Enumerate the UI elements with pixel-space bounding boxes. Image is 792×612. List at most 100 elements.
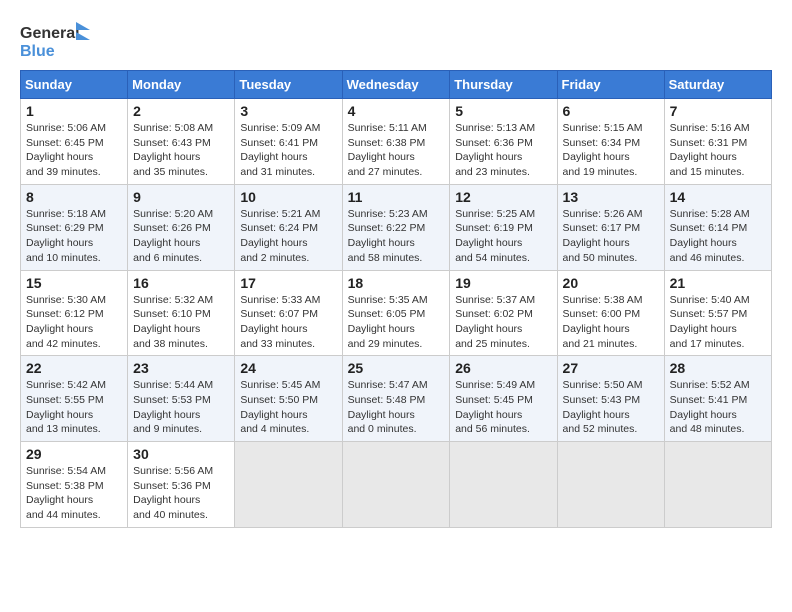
day-cell-1: 1 Sunrise: 5:06 AMSunset: 6:45 PMDaylight…	[21, 99, 128, 185]
svg-text:Blue: Blue	[20, 43, 55, 60]
day-number-16: 16	[133, 275, 229, 291]
day-number-7: 7	[670, 103, 766, 119]
day-number-9: 9	[133, 189, 229, 205]
day-info-4: Sunrise: 5:11 AMSunset: 6:38 PMDaylight …	[348, 121, 445, 180]
page-header: GeneralBlue	[20, 20, 772, 60]
day-number-19: 19	[455, 275, 551, 291]
day-number-17: 17	[240, 275, 336, 291]
day-number-21: 21	[670, 275, 766, 291]
col-header-monday: Monday	[128, 71, 235, 99]
day-number-15: 15	[26, 275, 122, 291]
svg-text:General: General	[20, 25, 80, 42]
col-header-thursday: Thursday	[450, 71, 557, 99]
day-cell-30: 30 Sunrise: 5:56 AMSunset: 5:36 PMDayligh…	[128, 442, 235, 528]
day-info-13: Sunrise: 5:26 AMSunset: 6:17 PMDaylight …	[563, 207, 659, 266]
day-info-6: Sunrise: 5:15 AMSunset: 6:34 PMDaylight …	[563, 121, 659, 180]
week-row-1: 1 Sunrise: 5:06 AMSunset: 6:45 PMDaylight…	[21, 99, 772, 185]
empty-cell	[557, 442, 664, 528]
day-number-18: 18	[348, 275, 445, 291]
day-number-26: 26	[455, 360, 551, 376]
day-number-12: 12	[455, 189, 551, 205]
day-number-30: 30	[133, 446, 229, 462]
week-row-3: 15 Sunrise: 5:30 AMSunset: 6:12 PMDayligh…	[21, 270, 772, 356]
day-info-7: Sunrise: 5:16 AMSunset: 6:31 PMDaylight …	[670, 121, 766, 180]
day-info-8: Sunrise: 5:18 AMSunset: 6:29 PMDaylight …	[26, 207, 122, 266]
day-number-29: 29	[26, 446, 122, 462]
empty-cell	[450, 442, 557, 528]
day-cell-22: 22Sunrise: 5:42 AMSunset: 5:55 PMDayligh…	[21, 356, 128, 442]
day-number-10: 10	[240, 189, 336, 205]
day-cell-23: 23 Sunrise: 5:44 AMSunset: 5:53 PMDayligh…	[128, 356, 235, 442]
day-info-15: Sunrise: 5:30 AMSunset: 6:12 PMDaylight …	[26, 293, 122, 352]
day-cell-12: 12 Sunrise: 5:25 AMSunset: 6:19 PMDayligh…	[450, 184, 557, 270]
week-row-4: 22Sunrise: 5:42 AMSunset: 5:55 PMDayligh…	[21, 356, 772, 442]
day-info-24: Sunrise: 5:45 AMSunset: 5:50 PMDaylight …	[240, 378, 336, 437]
day-cell-18: 18Sunrise: 5:35 AMSunset: 6:05 PMDayligh…	[342, 270, 450, 356]
day-number-27: 27	[563, 360, 659, 376]
empty-cell	[235, 442, 342, 528]
day-info-19: Sunrise: 5:37 AMSunset: 6:02 PMDaylight …	[455, 293, 551, 352]
day-number-5: 5	[455, 103, 551, 119]
col-header-tuesday: Tuesday	[235, 71, 342, 99]
day-number-6: 6	[563, 103, 659, 119]
day-number-11: 11	[348, 189, 445, 205]
logo-svg: GeneralBlue	[20, 20, 100, 60]
day-number-22: 22	[26, 360, 122, 376]
day-cell-13: 13 Sunrise: 5:26 AMSunset: 6:17 PMDayligh…	[557, 184, 664, 270]
day-cell-4: 4Sunrise: 5:11 AMSunset: 6:38 PMDaylight…	[342, 99, 450, 185]
col-header-friday: Friday	[557, 71, 664, 99]
day-cell-11: 11 Sunrise: 5:23 AMSunset: 6:22 PMDayligh…	[342, 184, 450, 270]
day-cell-28: 28 Sunrise: 5:52 AMSunset: 5:41 PMDayligh…	[664, 356, 771, 442]
day-cell-29: 29 Sunrise: 5:54 AMSunset: 5:38 PMDayligh…	[21, 442, 128, 528]
day-number-25: 25	[348, 360, 445, 376]
day-number-28: 28	[670, 360, 766, 376]
day-info-10: Sunrise: 5:21 AMSunset: 6:24 PMDaylight …	[240, 207, 336, 266]
day-number-2: 2	[133, 103, 229, 119]
day-info-28: Sunrise: 5:52 AMSunset: 5:41 PMDaylight …	[670, 378, 766, 437]
day-cell-14: 14 Sunrise: 5:28 AMSunset: 6:14 PMDayligh…	[664, 184, 771, 270]
day-info-27: Sunrise: 5:50 AMSunset: 5:43 PMDaylight …	[563, 378, 659, 437]
day-cell-7: 7 Sunrise: 5:16 AMSunset: 6:31 PMDaylight…	[664, 99, 771, 185]
day-info-21: Sunrise: 5:40 AMSunset: 5:57 PMDaylight …	[670, 293, 766, 352]
day-info-1: Sunrise: 5:06 AMSunset: 6:45 PMDaylight …	[26, 121, 122, 180]
day-info-23: Sunrise: 5:44 AMSunset: 5:53 PMDaylight …	[133, 378, 229, 437]
day-cell-26: 26 Sunrise: 5:49 AMSunset: 5:45 PMDayligh…	[450, 356, 557, 442]
day-info-26: Sunrise: 5:49 AMSunset: 5:45 PMDaylight …	[455, 378, 551, 437]
calendar-table: SundayMondayTuesdayWednesdayThursdayFrid…	[20, 70, 772, 528]
day-cell-9: 9 Sunrise: 5:20 AMSunset: 6:26 PMDaylight…	[128, 184, 235, 270]
col-header-saturday: Saturday	[664, 71, 771, 99]
day-number-1: 1	[26, 103, 122, 119]
day-info-29: Sunrise: 5:54 AMSunset: 5:38 PMDaylight …	[26, 464, 122, 523]
day-number-24: 24	[240, 360, 336, 376]
day-cell-27: 27 Sunrise: 5:50 AMSunset: 5:43 PMDayligh…	[557, 356, 664, 442]
empty-cell	[342, 442, 450, 528]
week-row-2: 8Sunrise: 5:18 AMSunset: 6:29 PMDaylight…	[21, 184, 772, 270]
day-info-9: Sunrise: 5:20 AMSunset: 6:26 PMDaylight …	[133, 207, 229, 266]
day-number-13: 13	[563, 189, 659, 205]
col-header-sunday: Sunday	[21, 71, 128, 99]
empty-cell	[664, 442, 771, 528]
day-cell-2: 2 Sunrise: 5:08 AMSunset: 6:43 PMDaylight…	[128, 99, 235, 185]
day-cell-3: 3 Sunrise: 5:09 AMSunset: 6:41 PMDaylight…	[235, 99, 342, 185]
logo: GeneralBlue	[20, 20, 100, 60]
day-info-12: Sunrise: 5:25 AMSunset: 6:19 PMDaylight …	[455, 207, 551, 266]
day-info-14: Sunrise: 5:28 AMSunset: 6:14 PMDaylight …	[670, 207, 766, 266]
day-cell-19: 19 Sunrise: 5:37 AMSunset: 6:02 PMDayligh…	[450, 270, 557, 356]
day-cell-16: 16 Sunrise: 5:32 AMSunset: 6:10 PMDayligh…	[128, 270, 235, 356]
day-cell-17: 17 Sunrise: 5:33 AMSunset: 6:07 PMDayligh…	[235, 270, 342, 356]
week-row-5: 29 Sunrise: 5:54 AMSunset: 5:38 PMDayligh…	[21, 442, 772, 528]
day-info-2: Sunrise: 5:08 AMSunset: 6:43 PMDaylight …	[133, 121, 229, 180]
day-cell-8: 8Sunrise: 5:18 AMSunset: 6:29 PMDaylight…	[21, 184, 128, 270]
day-number-23: 23	[133, 360, 229, 376]
day-number-3: 3	[240, 103, 336, 119]
day-info-11: Sunrise: 5:23 AMSunset: 6:22 PMDaylight …	[348, 207, 445, 266]
day-cell-15: 15 Sunrise: 5:30 AMSunset: 6:12 PMDayligh…	[21, 270, 128, 356]
day-cell-20: 20Sunrise: 5:38 AMSunset: 6:00 PMDayligh…	[557, 270, 664, 356]
day-info-16: Sunrise: 5:32 AMSunset: 6:10 PMDaylight …	[133, 293, 229, 352]
day-info-20: Sunrise: 5:38 AMSunset: 6:00 PMDaylight …	[563, 293, 659, 352]
day-info-30: Sunrise: 5:56 AMSunset: 5:36 PMDaylight …	[133, 464, 229, 523]
day-cell-6: 6 Sunrise: 5:15 AMSunset: 6:34 PMDaylight…	[557, 99, 664, 185]
day-info-3: Sunrise: 5:09 AMSunset: 6:41 PMDaylight …	[240, 121, 336, 180]
day-number-14: 14	[670, 189, 766, 205]
day-info-17: Sunrise: 5:33 AMSunset: 6:07 PMDaylight …	[240, 293, 336, 352]
